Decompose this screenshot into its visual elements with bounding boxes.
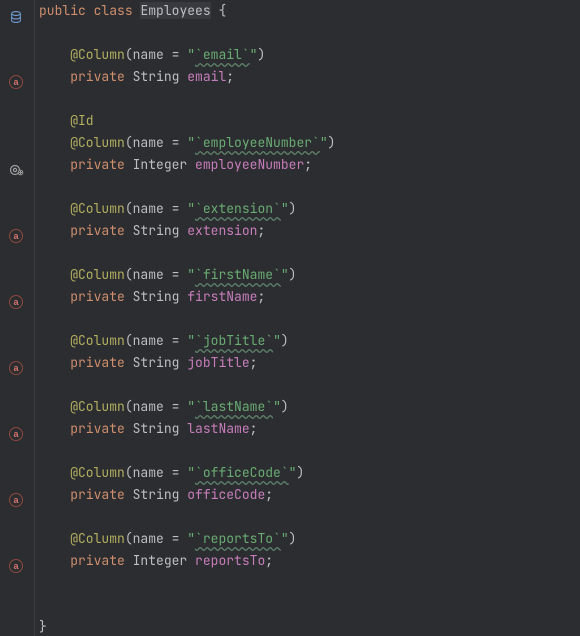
code-line[interactable]: public class Employees { [39,0,576,22]
code-line[interactable]: private String extension; [39,220,576,242]
code-line[interactable]: private Integer reportsTo; [39,550,576,572]
code-line[interactable] [39,594,576,616]
autowired-icon[interactable]: a [8,294,24,310]
code-editor[interactable]: a a a a a a a public class Employees { @Column… [0,0,580,636]
code-line[interactable] [39,22,576,44]
settings-icon[interactable] [8,162,24,178]
code-line[interactable]: @Column(name = "`officeCode`") [39,462,576,484]
editor-gutter: a a a a a a a [0,0,35,636]
code-line[interactable]: private String officeCode; [39,484,576,506]
code-line[interactable] [39,572,576,594]
autowired-icon[interactable]: a [8,558,24,574]
autowired-icon[interactable]: a [8,426,24,442]
code-line[interactable]: @Id [39,110,576,132]
code-line[interactable] [39,308,576,330]
code-line[interactable]: private String jobTitle; [39,352,576,374]
code-line[interactable]: private Integer employeeNumber; [39,154,576,176]
autowired-icon[interactable]: a [8,228,24,244]
code-line[interactable]: @Column(name = "`reportsTo`") [39,528,576,550]
code-line[interactable] [39,374,576,396]
autowired-icon[interactable]: a [8,492,24,508]
code-line[interactable]: @Column(name = "`extension`") [39,198,576,220]
code-line[interactable]: @Column(name = "`lastName`") [39,396,576,418]
code-line[interactable] [39,440,576,462]
code-line[interactable]: @Column(name = "`firstName`") [39,264,576,286]
autowired-icon[interactable]: a [8,360,24,376]
code-area[interactable]: public class Employees { @Column(name = … [35,0,580,636]
code-line[interactable]: @Column(name = "`jobTitle`") [39,330,576,352]
database-icon[interactable] [8,9,24,25]
code-line[interactable]: @Column(name = "`employeeNumber`") [39,132,576,154]
code-line[interactable]: private String firstName; [39,286,576,308]
code-line[interactable]: private String email; [39,66,576,88]
code-line[interactable] [39,506,576,528]
code-line[interactable]: private String lastName; [39,418,576,440]
code-line[interactable] [39,88,576,110]
code-line[interactable]: @Column(name = "`email`") [39,44,576,66]
code-line[interactable] [39,176,576,198]
autowired-icon[interactable]: a [8,74,24,90]
code-line[interactable]: } [39,616,576,636]
code-line[interactable] [39,242,576,264]
